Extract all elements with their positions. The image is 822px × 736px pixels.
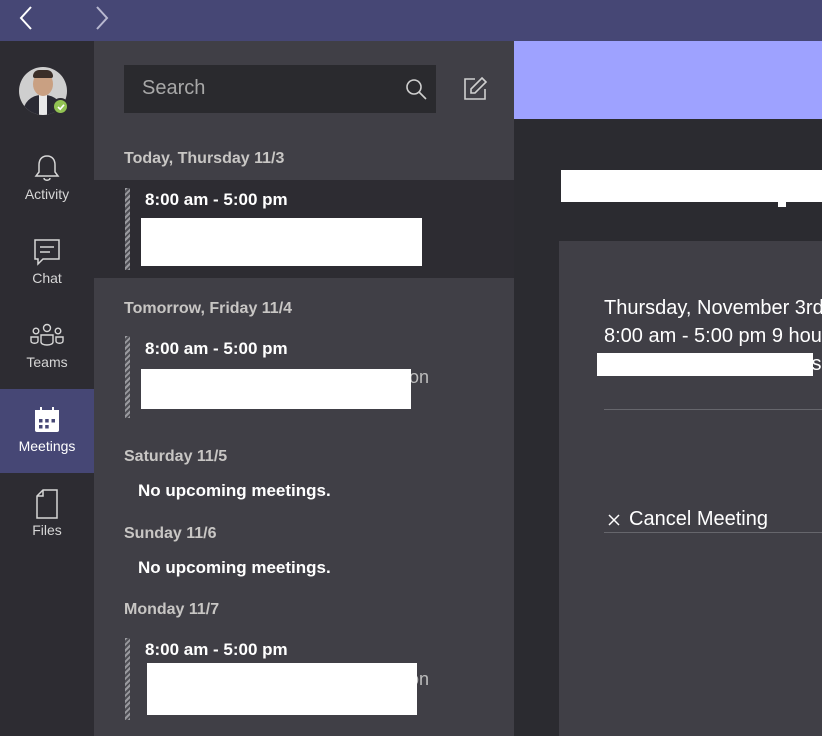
meeting-details-pane: Thursday, November 3rd 8:00 am - 5:00 pm… (514, 41, 822, 736)
meeting-tentative-stripe (125, 336, 130, 418)
calendar-icon (35, 407, 59, 432)
meeting-date: Thursday, November 3rd (604, 297, 822, 319)
meeting-time: 8:00 am - 5:00 pm (145, 190, 288, 209)
divider (604, 409, 822, 410)
avatar-hair (33, 70, 53, 78)
meeting-header-banner (514, 41, 822, 119)
rail-item-chat[interactable]: Chat (0, 221, 94, 305)
meeting-time: 8:00 am - 5:00 pm (145, 339, 288, 358)
chevron-left-icon (19, 6, 32, 30)
forward-button[interactable] (90, 4, 114, 32)
search-icon[interactable] (404, 77, 428, 101)
day-heading-saturday: Saturday 11/5 (124, 448, 228, 465)
redaction-block (561, 170, 822, 202)
teams-icon (30, 323, 64, 346)
meeting-time: 8:00 am - 5:00 pm (145, 640, 288, 659)
compose-icon[interactable] (462, 76, 488, 102)
meeting-item-tomorrow[interactable]: 8:00 am - 5:00 pm on (94, 331, 514, 427)
meetings-list-pane: Search Today, Thursday 11/3 8:00 am - 5:… (94, 41, 514, 736)
cancel-meeting-button[interactable]: Cancel Meeting (607, 508, 768, 531)
meeting-tentative-stripe (125, 188, 130, 270)
rail-item-label: Meetings (18, 438, 76, 454)
rail-item-files[interactable]: Files (0, 473, 94, 557)
bell-icon (34, 155, 60, 181)
rail-item-teams[interactable]: Teams (0, 305, 94, 389)
meeting-item-today[interactable]: 8:00 am - 5:00 pm n (94, 180, 514, 278)
day-heading-today: Today, Thursday 11/3 (124, 150, 285, 167)
rail-item-label: Teams (26, 354, 68, 370)
meeting-tentative-stripe (125, 638, 130, 720)
presence-available-icon (52, 98, 69, 115)
cancel-meeting-label: Cancel Meeting (629, 508, 768, 530)
avatar-shirt (39, 95, 47, 115)
redaction-block (141, 218, 422, 266)
redaction-block (141, 369, 411, 409)
day-heading-tomorrow: Tomorrow, Friday 11/4 (124, 300, 293, 317)
divider (604, 532, 822, 533)
file-icon (36, 489, 58, 519)
no-meetings-text: No upcoming meetings. (138, 558, 331, 577)
no-meetings-text: No upcoming meetings. (138, 481, 331, 500)
day-heading-sunday: Sunday 11/6 (124, 525, 217, 542)
chevron-right-icon (96, 6, 109, 30)
chat-icon (34, 239, 60, 266)
search-placeholder: Search (142, 77, 206, 99)
meeting-details-card: Thursday, November 3rd 8:00 am - 5:00 pm… (559, 241, 822, 736)
meeting-time-range: 8:00 am - 5:00 pm 9 hours (604, 325, 822, 347)
rail-item-label: Files (32, 522, 62, 538)
title-bar (0, 0, 822, 41)
search-input[interactable]: Search (124, 65, 436, 113)
rail-item-label: Chat (32, 270, 62, 286)
meeting-subject-tail: on (409, 367, 430, 387)
meeting-item-monday[interactable]: 8:00 am - 5:00 pm on (94, 631, 514, 731)
day-heading-monday: Monday 11/7 (124, 601, 220, 618)
app-rail: Activity Chat Teams Meetings Files (0, 41, 94, 736)
close-icon (608, 513, 620, 526)
redaction-block (147, 663, 417, 715)
redaction-block (597, 353, 813, 376)
rail-item-activity[interactable]: Activity (0, 137, 94, 221)
back-button[interactable] (14, 4, 38, 32)
rail-item-meetings[interactable]: Meetings (0, 389, 94, 473)
rail-item-label: Activity (24, 186, 70, 202)
